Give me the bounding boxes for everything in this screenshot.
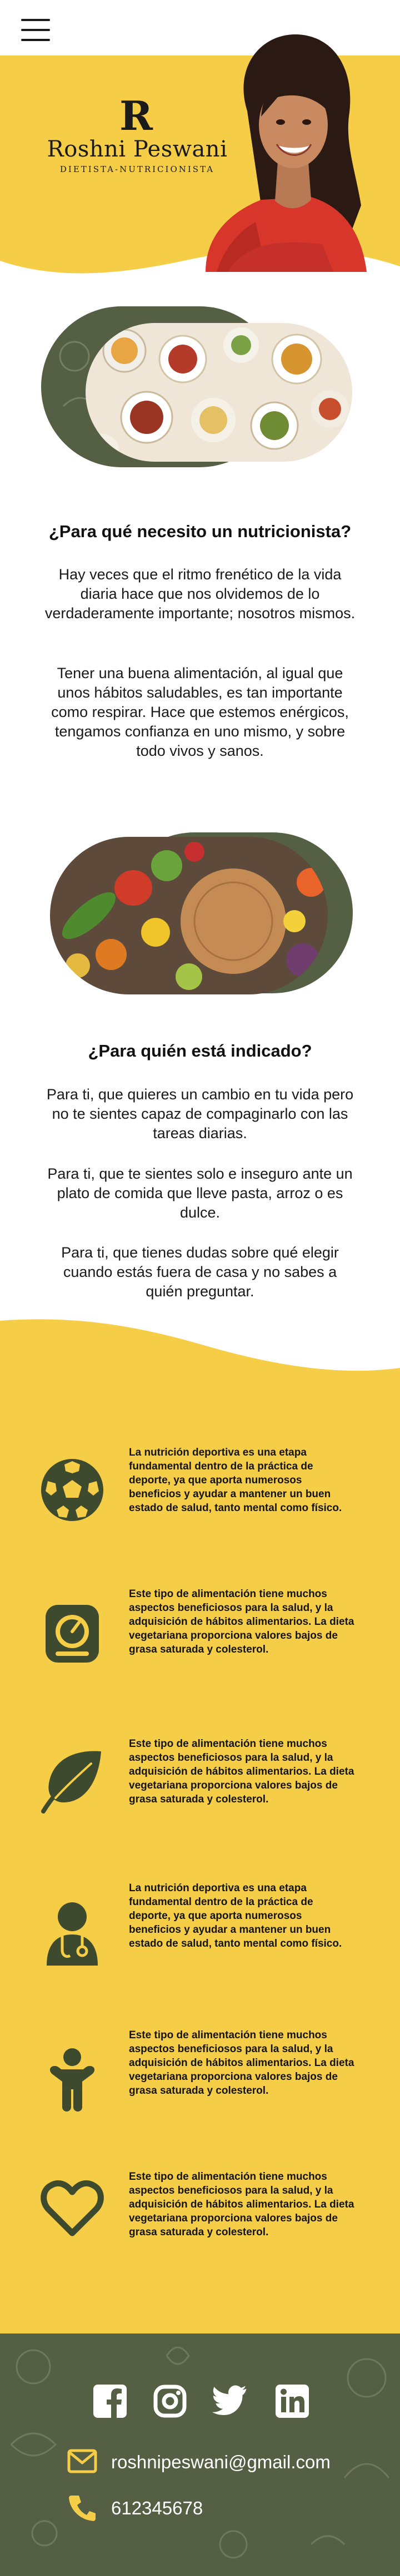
feature-text: Este tipo de alimentación tiene muchos a…	[129, 2171, 354, 2238]
who-paragraph-2: Para ti, que te sientes solo e inseguro …	[47, 1165, 353, 1221]
why-paragraph-2: Tener una buena alimentación, al igual q…	[51, 665, 349, 759]
hero-header: R Roshni Peswani DIETISTA-NUTRICIONISTA	[0, 0, 400, 289]
vegetables-image	[50, 832, 353, 999]
nutritionist-portrait	[206, 34, 367, 272]
food-spread-image	[41, 306, 352, 477]
logo-letter: R	[119, 93, 153, 138]
page-footer: roshnipeswani@gmail.com 612345678	[0, 2333, 400, 2576]
feature-text: Este tipo de alimentación tiene muchos a…	[129, 1738, 354, 1805]
envelope-icon	[67, 2449, 97, 2473]
who-paragraph-1: Para ti, que quieres un cambio en tu vid…	[46, 1086, 354, 1141]
why-paragraph-1: Hay veces que el ritmo frenético de la v…	[44, 566, 356, 622]
brand-logo-mark: R	[119, 93, 153, 138]
who-paragraph-3: Para ti, que tienes dudas sobre qué eleg…	[61, 1244, 339, 1300]
child-icon	[49, 2048, 95, 2112]
heart-icon	[41, 2180, 104, 2236]
doctor-icon	[47, 1902, 98, 1966]
weight-scale-icon	[46, 1605, 99, 1663]
feature-item: Este tipo de alimentación tiene muchos a…	[33, 1737, 367, 1837]
feature-item: Este tipo de alimentación tiene muchos a…	[33, 2170, 367, 2270]
why-section-title: ¿Para qué necesito un nutricionista?	[48, 522, 352, 541]
hamburger-menu-icon[interactable]	[21, 19, 50, 43]
phone-number[interactable]: 612345678	[111, 2498, 203, 2519]
leaf-icon	[41, 1751, 101, 1814]
feature-item: Este tipo de alimentación tiene muchos a…	[33, 2028, 367, 2128]
feature-text: La nutrición deportiva es una etapa fund…	[129, 1447, 342, 1514]
feature-item: La nutrición deportiva es una etapa fund…	[33, 1881, 367, 1981]
linkedin-icon[interactable]	[274, 2383, 310, 2419]
who-section-title: ¿Para quién está indicado?	[88, 1041, 312, 1060]
feature-text: Este tipo de alimentación tiene muchos a…	[129, 1588, 354, 1655]
feature-text: La nutrición deportiva es una etapa fund…	[129, 1882, 342, 1949]
features-section: La nutrición deportiva es una etapa fund…	[0, 1315, 400, 2336]
feature-item: La nutrición deportiva es una etapa fund…	[33, 1446, 367, 1545]
feature-item: Este tipo de alimentación tiene muchos a…	[33, 1587, 367, 1687]
facebook-icon[interactable]	[92, 2383, 128, 2419]
phone-icon	[69, 2496, 96, 2521]
email-address[interactable]: roshnipeswani@gmail.com	[111, 2452, 331, 2473]
instagram-icon[interactable]	[152, 2383, 188, 2419]
twitter-icon[interactable]	[212, 2383, 248, 2419]
feature-text: Este tipo de alimentación tiene muchos a…	[129, 2029, 354, 2097]
soccer-ball-icon	[41, 1459, 103, 1521]
